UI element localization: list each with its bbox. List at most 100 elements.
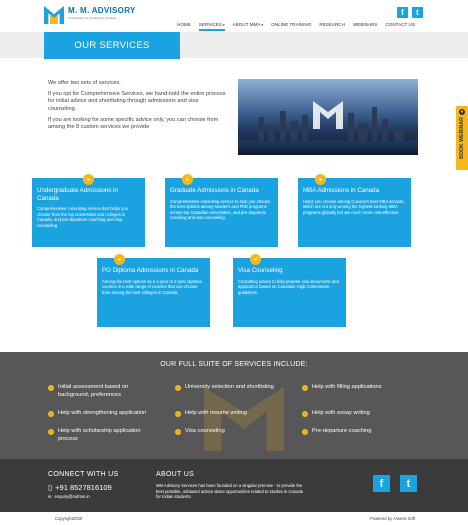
chevron-right-icon: › <box>175 411 181 417</box>
site-header: M. M. ADVISORY Consultation for studying… <box>0 0 468 32</box>
service-description: Helps you choose among Canada's best MBA… <box>303 198 405 215</box>
logo-watermark-icon <box>313 101 343 129</box>
suite-item: › Help with scholarship application proc… <box>48 428 158 443</box>
site-footer: CONNECT WITH US ▯ +91 8527816109 ✉ enqui… <box>0 459 468 512</box>
intro-paragraph: We offer two sets of services. <box>48 80 121 86</box>
nav-item-online-training[interactable]: ONLINE TRAINING <box>267 22 315 27</box>
nav-item-contact-us[interactable]: CONTACT US <box>381 22 418 27</box>
intro-text: We offer two sets of services. If you op… <box>48 80 228 135</box>
page-title: OUR SERVICES <box>44 32 180 59</box>
service-title: Graduate Admissions in Canada <box>170 187 259 194</box>
logo-icon <box>44 6 64 24</box>
service-badge-icon: ● <box>315 174 326 185</box>
nav-item-label: SERVICES <box>198 22 222 27</box>
suite-item-label: Help with strengthening application <box>58 410 147 416</box>
suite-item: › Initial assessment based on background… <box>48 384 158 399</box>
service-card[interactable]: ● Visa Counseling Consulting advice to h… <box>233 254 346 327</box>
suite-item-label: Help with scholarship application proces… <box>58 428 141 442</box>
service-description: Among the best options as a 1-year or 2-… <box>102 278 202 295</box>
chevron-down-icon: ▾ <box>221 23 225 27</box>
chevron-right-icon: › <box>175 429 181 435</box>
chevron-right-icon: › <box>302 411 308 417</box>
chevron-right-icon: › <box>175 385 181 391</box>
suite-item-label: Help with essay writing <box>312 410 370 416</box>
chevron-right-icon: › <box>302 385 308 391</box>
nav-item-label: CONTACT US <box>385 22 415 27</box>
service-title: Visa Counseling <box>238 267 283 274</box>
suite-item: › University selection and shortlisting <box>175 384 295 392</box>
phone-icon: ▯ <box>48 483 53 492</box>
powered-by-text: Powered by Assess Soft <box>370 516 416 521</box>
city-skyline-image <box>238 79 418 155</box>
service-card[interactable]: ● Undergraduate Admissions in Canada Com… <box>32 174 145 247</box>
logo-watermark-icon <box>204 387 284 451</box>
suite-item-label: Pre-departure coaching <box>312 428 372 434</box>
chevron-right-icon: › <box>48 411 54 417</box>
nav-item-label: HOME <box>177 22 191 27</box>
service-badge-icon: ● <box>114 254 125 265</box>
chevron-down-icon: ▾ <box>260 23 264 27</box>
nav-item-home[interactable]: HOME <box>173 22 195 27</box>
nav-item-webinars[interactable]: WEBINARS <box>349 22 382 27</box>
service-card[interactable]: ● PG Diploma Admissions in Canada Among … <box>97 254 210 327</box>
twitter-icon[interactable]: t <box>400 475 417 492</box>
footer-phone[interactable]: ▯ +91 8527816109 <box>48 483 112 492</box>
header-social: f t <box>397 7 423 18</box>
suite-item: › Help with strengthening application <box>48 410 168 418</box>
nav-item-label: ONLINE TRAINING <box>271 22 312 27</box>
service-title: MBA Admissions in Canada <box>303 187 380 194</box>
brand-tagline: Consultation for studying in Canada <box>68 16 116 20</box>
chevron-right-icon: › <box>302 429 308 435</box>
suite-title: OUR FULL SUITE OF SERVICES INCLUDE: <box>160 361 308 368</box>
facebook-icon[interactable]: f <box>397 7 408 18</box>
nav-item-label: ABOUT MMA <box>232 22 261 27</box>
main-nav: HOME SERVICES ▾ ABOUT MMA ▾ ONLINE TRAINING… <box>173 22 419 31</box>
book-webinar-tab[interactable]: ● BOOK WEBINAR <box>456 106 468 170</box>
service-title: Undergraduate Admissions in Canada <box>37 187 118 202</box>
chevron-right-icon: › <box>48 429 54 435</box>
full-suite-section: OUR FULL SUITE OF SERVICES INCLUDE: › In… <box>0 352 468 459</box>
brand-logo[interactable]: M. M. ADVISORY Consultation for studying… <box>44 6 136 24</box>
service-badge-icon: ● <box>83 174 94 185</box>
facebook-icon[interactable]: f <box>373 475 390 492</box>
connect-heading: CONNECT WITH US <box>48 471 119 478</box>
nav-item-about-mma[interactable]: ABOUT MMA ▾ <box>229 22 267 27</box>
suite-item: › Help with essay writing <box>302 410 422 418</box>
suite-item-label: Initial assessment based on background, … <box>58 384 129 398</box>
suite-item-label: Help with resume writing <box>185 410 247 416</box>
nav-item-label: RESEARCH <box>319 22 345 27</box>
service-badge-icon: ● <box>250 254 261 265</box>
brand-name: M. M. ADVISORY <box>68 6 136 15</box>
service-description: Comprehensive consulting service that he… <box>37 206 129 228</box>
service-badge-icon: ● <box>182 174 193 185</box>
about-heading: ABOUT US <box>156 471 195 478</box>
service-title: PG Diploma Admissions in Canada <box>102 267 199 274</box>
bottom-bar: Copyright2020 Powered by Assess Soft <box>0 512 468 525</box>
suite-item: › Pre-departure coaching <box>302 428 422 436</box>
nav-item-label: WEBINARS <box>352 22 378 27</box>
nav-item-services[interactable]: SERVICES ▾ <box>195 22 229 31</box>
webinar-icon: ● <box>459 109 465 115</box>
service-description: Consulting advice to help prepare visa d… <box>238 278 339 295</box>
intro-paragraph: If you are looking for some specific adv… <box>48 116 219 131</box>
suite-item: › Help with resume writing <box>175 410 295 418</box>
suite-item-label: University selection and shortlisting <box>185 384 274 390</box>
service-card[interactable]: ● MBA Admissions in Canada Helps you cho… <box>298 174 411 247</box>
suite-item-label: Visa counseling <box>185 428 225 434</box>
chevron-right-icon: › <box>48 385 54 391</box>
intro-paragraph: If you opt for Comprehensive Services, w… <box>48 91 226 112</box>
email-address: enquiry@mdmm.in <box>54 494 90 499</box>
twitter-icon[interactable]: t <box>412 7 423 18</box>
mail-icon: ✉ <box>48 494 52 499</box>
phone-number: +91 8527816109 <box>55 483 112 492</box>
suite-item: › Help with filling applications <box>302 384 422 392</box>
book-webinar-label: BOOK WEBINAR <box>459 117 465 159</box>
service-card[interactable]: ● Graduate Admissions in Canada Comprehe… <box>165 174 278 247</box>
copyright-text: Copyright2020 <box>55 516 83 521</box>
nav-item-research[interactable]: RESEARCH <box>315 22 349 27</box>
suite-item: › Visa counseling <box>175 428 295 436</box>
about-text: MM Advisory Services has been founded on… <box>156 483 304 500</box>
service-description: Comprehensive consulting service to help… <box>170 198 271 221</box>
footer-email[interactable]: ✉ enquiry@mdmm.in <box>48 494 90 499</box>
suite-item-label: Help with filling applications <box>312 384 382 390</box>
